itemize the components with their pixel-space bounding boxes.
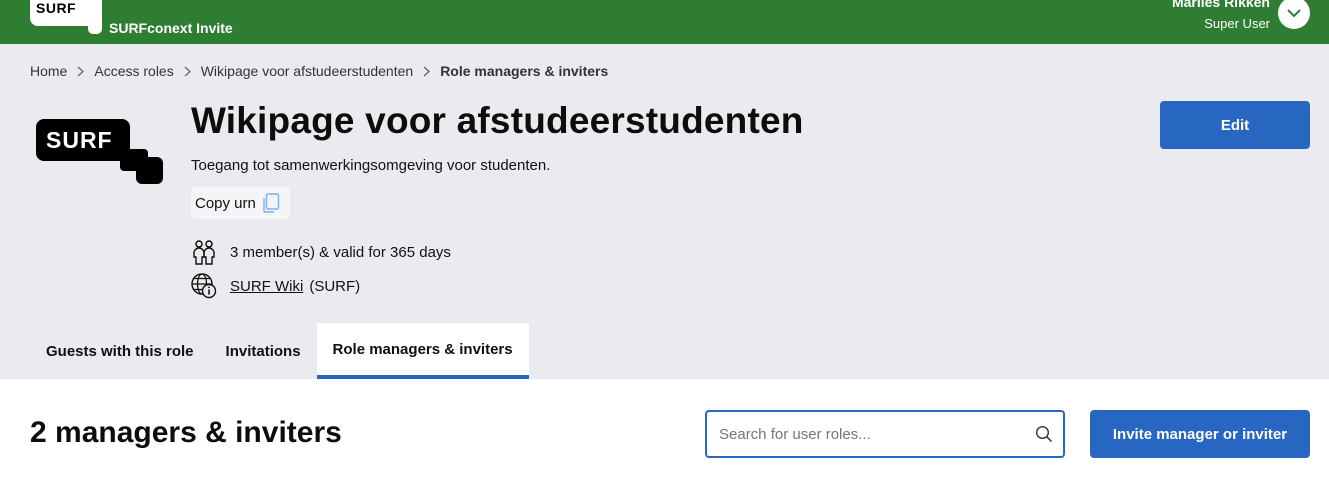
copy-urn-button[interactable]: Copy urn	[191, 187, 290, 219]
application-org: (SURF)	[309, 277, 361, 295]
members-info: 3 member(s) & valid for 365 days	[191, 239, 451, 265]
tab-bar: Guests with this role Invitations Role m…	[30, 323, 529, 379]
app-title: SURFconext Invite	[109, 20, 233, 36]
role-logo: SURF	[36, 119, 164, 190]
chevron-right-icon	[77, 66, 85, 77]
breadcrumb: Home Access roles Wikipage voor afstudee…	[30, 62, 608, 80]
breadcrumb-home[interactable]: Home	[30, 63, 67, 79]
user-role: Super User	[1204, 16, 1270, 31]
section-title: 2 managers & inviters	[30, 416, 342, 449]
application-info: SURF Wiki (SURF)	[191, 273, 360, 299]
tab-role-managers[interactable]: Role managers & inviters	[316, 323, 529, 379]
members-text: 3 member(s) & valid for 365 days	[230, 243, 451, 261]
role-header: Home Access roles Wikipage voor afstudee…	[0, 44, 1329, 379]
search-box	[705, 410, 1065, 458]
search-input[interactable]	[719, 412, 1029, 456]
copy-icon	[262, 193, 280, 213]
top-bar: SURF SURFconext Invite Marlies Rikken Su…	[0, 0, 1329, 44]
users-icon	[191, 239, 217, 265]
surf-logo-tail	[88, 18, 102, 34]
globe-info-icon	[191, 273, 217, 299]
edit-button[interactable]: Edit	[1160, 101, 1310, 149]
page-title: Wikipage voor afstudeerstudenten	[191, 100, 804, 141]
tab-guests[interactable]: Guests with this role	[30, 323, 210, 379]
role-description: Toegang tot samenwerkingsomgeving voor s…	[191, 157, 551, 174]
chevron-right-icon	[184, 66, 191, 77]
user-menu-toggle[interactable]	[1278, 0, 1310, 29]
breadcrumb-access-roles[interactable]: Access roles	[94, 63, 173, 79]
breadcrumb-role[interactable]: Wikipage voor afstudeerstudenten	[201, 63, 413, 79]
chevron-right-icon	[423, 66, 431, 77]
breadcrumb-current: Role managers & inviters	[440, 63, 609, 79]
copy-urn-label: Copy urn	[195, 194, 256, 212]
invite-manager-button[interactable]: Invite manager or inviter	[1090, 410, 1310, 458]
application-link[interactable]: SURF Wiki	[230, 278, 303, 295]
user-name: Marlies Rikken	[1171, 0, 1270, 10]
surf-logo-text: SURF	[36, 0, 77, 16]
tab-invitations[interactable]: Invitations	[210, 323, 317, 379]
search-icon[interactable]	[1035, 425, 1053, 443]
role-logo-text: SURF	[46, 127, 113, 153]
chevron-down-icon	[1287, 8, 1301, 18]
